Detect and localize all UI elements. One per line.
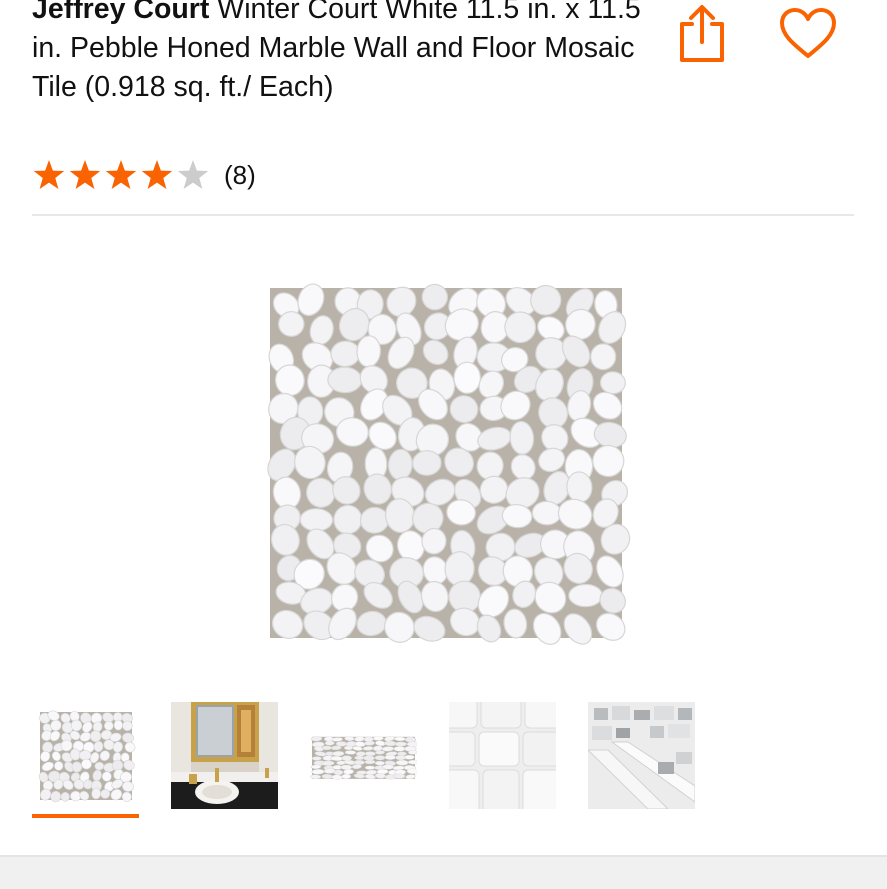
thumbnail-1[interactable] [32,702,139,809]
thumbnail-4[interactable] [449,702,556,809]
thumbnail-3[interactable] [310,702,417,809]
tile-detail-thumbnail-icon [588,702,695,809]
share-button[interactable] [676,2,728,64]
pebble-tile-thumbnail-icon [38,710,136,803]
star-filled-icon [69,160,101,189]
pebble-tile-image [267,283,631,645]
review-count[interactable]: (8) [224,160,256,191]
main-product-image[interactable] [252,272,640,654]
pebble-tile-angle-thumbnail-icon [310,736,417,780]
star-empty-icon [177,160,209,189]
heart-icon [780,8,836,58]
star-rating [32,158,212,192]
product-brand: Jeffrey Court [32,0,210,25]
selected-thumbnail-indicator [32,814,139,818]
star-filled-icon [141,160,173,189]
thumbnail-2[interactable] [171,702,278,809]
share-icon [680,5,724,62]
rating-row[interactable]: (8) [32,155,256,195]
product-title-block: Jeffrey Court Winter Court White 11.5 in… [32,0,652,107]
bottom-section-divider [0,855,887,889]
divider [32,214,854,216]
star-filled-icon [105,160,137,189]
favorite-button[interactable] [778,6,838,62]
star-filled-icon [33,160,65,189]
product-title: Jeffrey Court Winter Court White 11.5 in… [32,0,652,107]
thumbnail-5[interactable] [588,702,695,809]
bathroom-scene-thumbnail-icon [171,702,278,809]
tile-closeup-thumbnail-icon [449,702,556,809]
